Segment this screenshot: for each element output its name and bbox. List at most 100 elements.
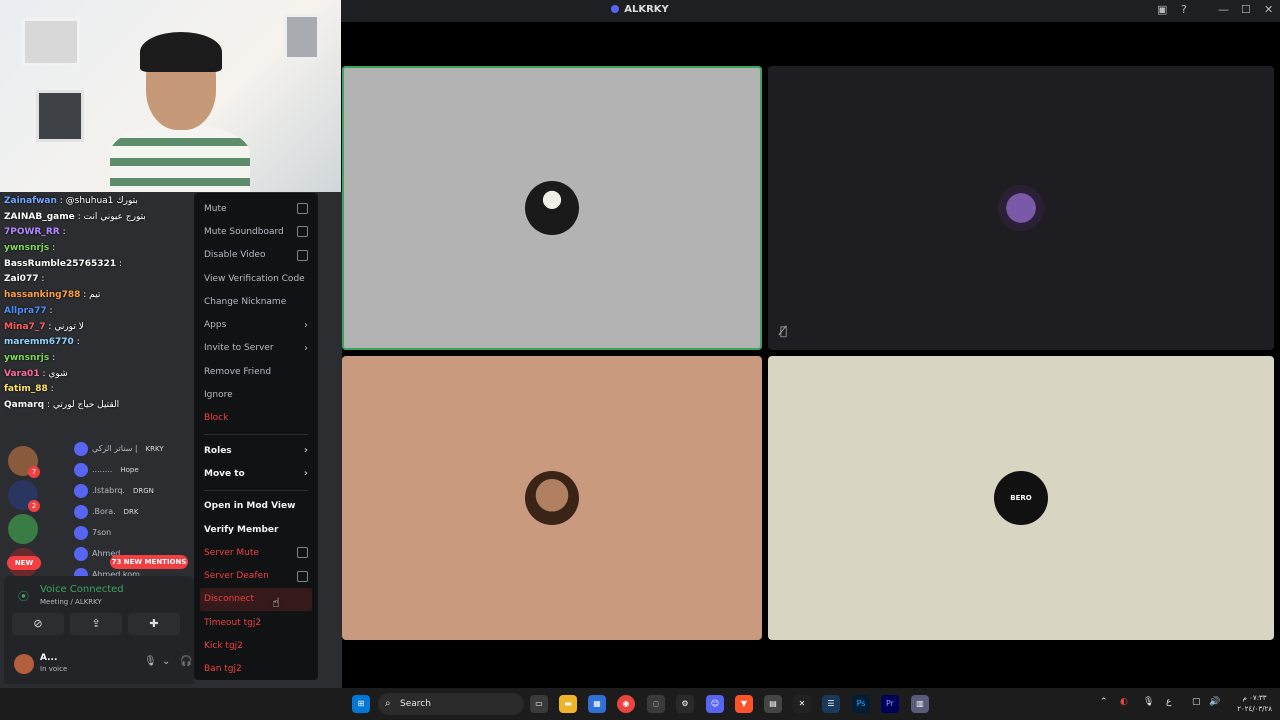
chrome-icon[interactable]: ◉ [617,695,635,713]
language-indicator[interactable]: ع [1166,697,1171,707]
chevron-right-icon: › [303,445,308,457]
menu-item-view-verification-code[interactable]: View Verification Code [200,267,312,290]
app-icon[interactable]: ▥ [911,695,929,713]
menu-item-label: Block [204,413,229,424]
menu-item-ban-tgj2[interactable]: Ban tgj2 [200,658,312,681]
network-icon[interactable]: ▢ [1192,697,1201,707]
menu-item-block[interactable]: Block [200,407,312,430]
camera-button[interactable]: ⊘ [12,613,64,635]
avatar [74,483,88,498]
steam-client-icon[interactable]: ☰ [822,695,840,713]
chat-message: Mina7_7 : لا تورني [0,322,196,338]
store-icon[interactable]: ▦ [588,695,606,713]
menu-item-roles[interactable]: Roles › [200,439,312,462]
menu-item-invite-to-server[interactable]: Invite to Server › [200,337,312,360]
app-icon[interactable]: ◌ [647,695,665,713]
file-explorer-icon[interactable]: ▬ [559,695,577,713]
menu-item-change-nickname[interactable]: Change Nickname [200,290,312,313]
menu-item-open-in-mod-view[interactable]: Open in Mod View [200,495,312,518]
menu-item-label: Mute [204,203,227,214]
new-pill[interactable]: NEW [7,556,41,570]
menu-item-remove-friend[interactable]: Remove Friend [200,360,312,383]
voice-channel[interactable]: Meeting / ALKRKY [40,598,102,606]
help-icon[interactable]: ? [1181,3,1187,16]
avatar[interactable] [14,654,34,674]
app-icon[interactable]: ▤ [764,695,782,713]
screen-share-icon[interactable]: ▣ [1157,3,1167,16]
checkbox[interactable] [297,203,308,215]
menu-item-label: Ignore [204,390,233,401]
menu-item-server-mute[interactable]: Server Mute [200,541,312,564]
menu-item-disconnect[interactable]: Disconnect [200,587,312,612]
windows-taskbar: ⊞ ⌕ Search ▭ ▬ ▦ ◉ ◌ ⚙ ☺ ▼ ▤ ✕ ☰ Ps Pr ▥… [0,688,1280,720]
maximize-button[interactable]: ☐ [1241,3,1251,16]
chat-text: : [76,337,80,348]
voice-member[interactable]: .Bora. DRK [74,501,198,522]
participant-avatar [525,471,579,525]
tray-app-icon[interactable]: ◐ [1120,697,1128,707]
microphone-icon[interactable]: 🎙 [1143,697,1154,707]
close-button[interactable]: ✕ [1264,3,1273,16]
chevron-right-icon: › [303,468,308,480]
voice-stage: 🎙̸ BERO [342,22,1280,672]
voice-member[interactable]: .Istabrq. DRGN [74,480,198,501]
server-icon[interactable]: 7 [8,446,40,478]
menu-item-ignore[interactable]: Ignore [200,383,312,406]
server-icon[interactable]: 2 [8,480,40,512]
menu-item-disable-video[interactable]: Disable Video [200,244,312,267]
voice-status[interactable]: Voice Connected [40,584,124,595]
participant-tile[interactable] [342,356,762,640]
signal-icon[interactable]: ⦿ [18,588,29,604]
menu-item-move-to[interactable]: Move to › [200,462,312,485]
avatar [74,504,88,519]
checkbox[interactable] [297,249,308,261]
avatar [74,441,88,456]
headphones-icon[interactable]: 🎧 [180,656,192,667]
chat-username: BassRumble25765321 [4,258,117,269]
user-status: In voice [40,665,68,673]
photoshop-icon[interactable]: Ps [852,695,870,713]
checkbox[interactable] [297,547,308,559]
checkbox[interactable] [297,570,308,582]
chat-username: Mina7_7 [4,321,46,332]
voice-member[interactable]: سناتر الزكي | KRKY [74,438,198,459]
task-view-icon[interactable]: ▭ [530,695,548,713]
menu-item-label: Invite to Server [204,343,274,354]
premiere-icon[interactable]: Pr [881,695,899,713]
voice-member[interactable]: ........ Hope [74,459,198,480]
menu-item-mute-soundboard[interactable]: Mute Soundboard [200,220,312,243]
checkbox[interactable] [297,226,308,238]
menu-item-timeout-tgj2[interactable]: Timeout tgj2 [200,611,312,634]
clock[interactable]: ٠٧:٣٣ م ٢٠٢٤/٠٣/٢٨ [1237,693,1272,715]
screen-share-button[interactable]: ⇪ [70,613,122,635]
menu-item-verify-member[interactable]: Verify Member [200,518,312,541]
start-icon[interactable]: ⊞ [352,695,370,713]
participant-tile[interactable] [342,66,762,350]
menu-item-kick-tgj2[interactable]: Kick tgj2 [200,634,312,657]
chat-message: Vara01 : شوي [0,369,196,385]
chat-username: Vara01 [4,368,40,379]
activities-button[interactable]: ✚ [128,613,180,635]
capcut-icon[interactable]: ✕ [793,695,811,713]
menu-item-apps[interactable]: Apps › [200,313,312,336]
brave-icon[interactable]: ▼ [735,695,753,713]
search-box[interactable]: ⌕ Search [378,693,524,715]
steam-icon[interactable]: ⚙ [676,695,694,713]
voice-member[interactable]: 7son [74,522,198,543]
discord-icon[interactable]: ☺ [706,695,724,713]
mentions-pill[interactable]: 73 NEW MENTIONS [110,555,188,569]
volume-icon[interactable]: 🔊 [1209,697,1220,707]
menu-item-server-deafen[interactable]: Server Deafen [200,564,312,587]
chevron-down-icon[interactable]: ⌄ [162,656,170,667]
participant-tile[interactable]: BERO [768,356,1274,640]
minimize-button[interactable]: — [1218,3,1229,16]
member-tag: Hope [120,465,139,474]
participant-tile[interactable]: 🎙̸ [768,66,1274,350]
menu-item-label: Move to [204,468,245,479]
chat-message: 7POWR_RR : [0,227,196,243]
chevron-up-icon[interactable]: ⌃ [1100,697,1108,707]
menu-item-mute[interactable]: Mute [200,197,312,220]
microphone-icon[interactable]: 🎙 [144,656,157,667]
chat-text: : لا تورني [48,321,84,332]
server-icon[interactable] [8,514,38,544]
